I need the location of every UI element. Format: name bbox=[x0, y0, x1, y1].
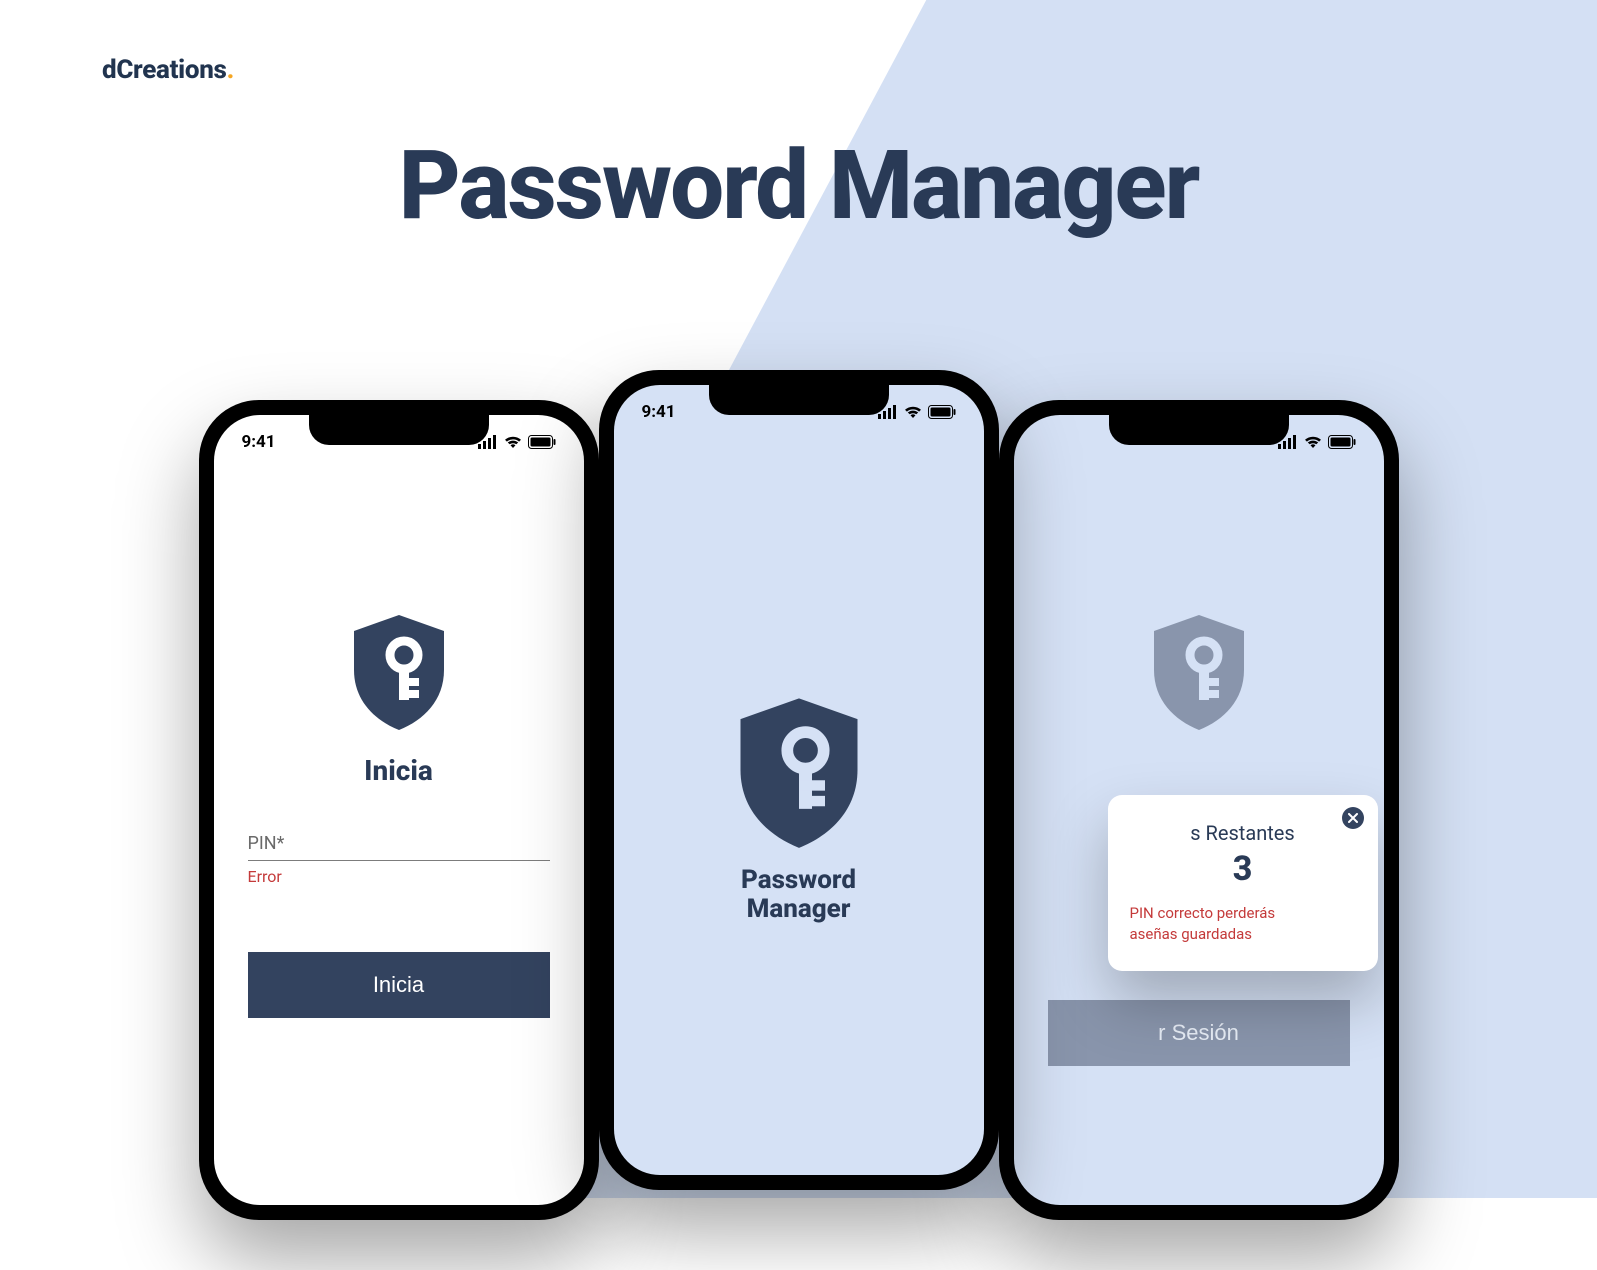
battery-icon bbox=[1328, 435, 1356, 449]
login-button-disabled[interactable]: r Sesión bbox=[1048, 1000, 1350, 1066]
status-icons bbox=[478, 435, 556, 449]
wifi-icon bbox=[904, 405, 922, 419]
splash-content: Password Manager bbox=[734, 698, 864, 926]
battery-icon bbox=[928, 405, 956, 419]
phone-screen-right: r Sesión s Restantes 3 PIN correcto perd… bbox=[1014, 415, 1384, 1205]
phone-notch bbox=[309, 415, 489, 445]
attempts-modal: s Restantes 3 PIN correcto perderás aseñ… bbox=[1108, 795, 1378, 971]
login-form: Inicia PIN* Error Inicia bbox=[214, 615, 584, 1018]
page-title: Password Manager bbox=[0, 130, 1597, 242]
login-button-label: Inicia bbox=[373, 972, 424, 997]
status-time: 9:41 bbox=[242, 432, 276, 452]
pin-input[interactable]: PIN* bbox=[248, 833, 550, 861]
shield-key-icon bbox=[1149, 615, 1249, 730]
login-button[interactable]: Inicia bbox=[248, 952, 550, 1018]
brand-logo: dCreations. bbox=[102, 55, 234, 85]
modal-title: s Restantes bbox=[1130, 821, 1356, 845]
phone-screen-center: 9:41 Password bbox=[614, 385, 984, 1175]
phone-notch bbox=[1109, 415, 1289, 445]
app-name-line1: Password bbox=[741, 865, 856, 895]
login-heading: Inicia bbox=[364, 754, 433, 787]
status-icons bbox=[878, 405, 956, 419]
login-button-label: r Sesión bbox=[1158, 1020, 1239, 1045]
pin-label: PIN* bbox=[248, 833, 550, 854]
battery-icon bbox=[528, 435, 556, 449]
status-time: 9:41 bbox=[642, 402, 676, 422]
brand-dot: . bbox=[227, 55, 234, 85]
modal-warning-line2: aseñas guardadas bbox=[1130, 925, 1253, 943]
brand-name: dCreations bbox=[102, 55, 227, 85]
close-icon[interactable] bbox=[1342, 807, 1364, 829]
shield-key-icon bbox=[734, 698, 864, 848]
modal-count: 3 bbox=[1130, 849, 1356, 889]
phone-mockup-right: r Sesión s Restantes 3 PIN correcto perd… bbox=[999, 400, 1399, 1220]
app-name: Password Manager bbox=[741, 866, 856, 926]
modal-warning-line1: PIN correcto perderás bbox=[1130, 904, 1276, 922]
status-icons bbox=[1278, 435, 1356, 449]
wifi-icon bbox=[504, 435, 522, 449]
shield-key-icon bbox=[349, 615, 449, 730]
phone-screen-left: 9:41 Inicia bbox=[214, 415, 584, 1205]
phone-stage: 9:41 Inicia bbox=[0, 370, 1597, 1270]
wifi-icon bbox=[1304, 435, 1322, 449]
phone-mockup-center: 9:41 Password bbox=[599, 370, 999, 1190]
modal-warning: PIN correcto perderás aseñas guardadas bbox=[1130, 903, 1356, 945]
pin-error-text: Error bbox=[248, 867, 282, 886]
phone-mockup-left: 9:41 Inicia bbox=[199, 400, 599, 1220]
phone-notch bbox=[709, 385, 889, 415]
app-name-line2: Manager bbox=[747, 895, 851, 925]
